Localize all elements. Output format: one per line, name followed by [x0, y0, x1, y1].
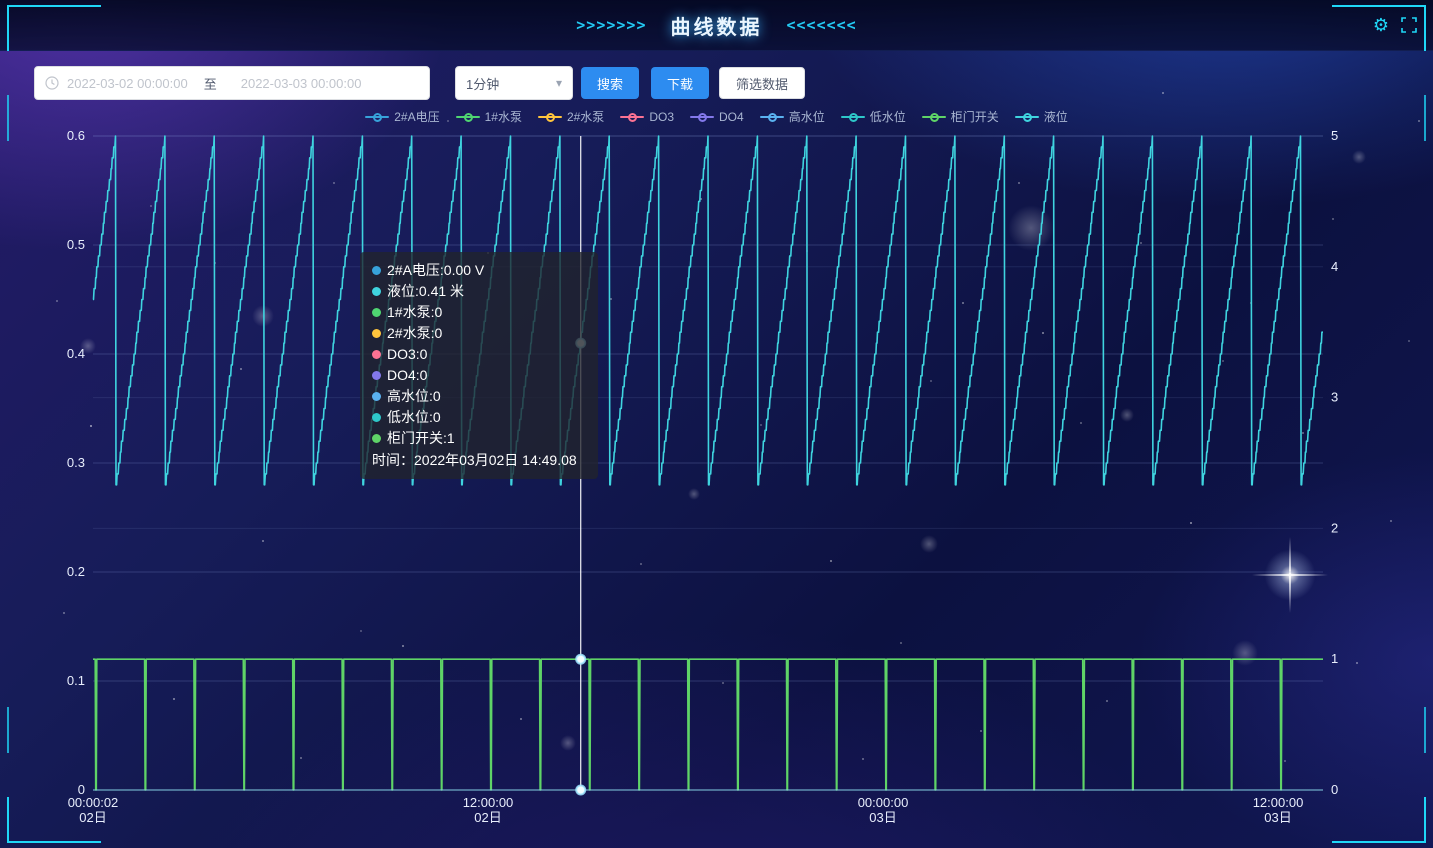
- y-left-tick-label: 0.2: [67, 564, 85, 579]
- y-right-tick-label: 0: [1331, 782, 1338, 797]
- frame-tick-decoration: [7, 95, 9, 141]
- x-tick-time-label: 12:00:00: [463, 795, 514, 810]
- frame-tick-decoration: [1424, 707, 1426, 753]
- y-left-tick-label: 0.5: [67, 237, 85, 252]
- y-right-tick-label: 4: [1331, 259, 1338, 274]
- chart-canvas[interactable]: 00.10.20.30.40.50.601234500:00:0202日12:0…: [0, 0, 1433, 848]
- x-tick-time-label: 00:00:00: [858, 795, 909, 810]
- y-right-tick-label: 5: [1331, 128, 1338, 143]
- crosshair-point: [576, 786, 585, 795]
- y-left-tick-label: 0.4: [67, 346, 85, 361]
- crosshair-point: [576, 339, 585, 348]
- y-right-tick-label: 1: [1331, 651, 1338, 666]
- x-tick-date-label: 03日: [869, 810, 896, 825]
- series-line-液位: [93, 136, 1323, 485]
- y-left-tick-label: 0.6: [67, 128, 85, 143]
- x-tick-time-label: 00:00:02: [68, 795, 119, 810]
- x-tick-date-label: 02日: [474, 810, 501, 825]
- y-left-tick-label: 0.1: [67, 673, 85, 688]
- x-tick-time-label: 12:00:00: [1253, 795, 1304, 810]
- crosshair-point: [576, 655, 585, 664]
- frame-tick-decoration: [1424, 95, 1426, 141]
- y-left-tick-label: 0.3: [67, 455, 85, 470]
- y-right-tick-label: 2: [1331, 520, 1338, 535]
- series-line-柜门开关: [93, 659, 1323, 790]
- x-tick-date-label: 02日: [79, 810, 106, 825]
- y-right-tick-label: 3: [1331, 390, 1338, 405]
- x-tick-date-label: 03日: [1264, 810, 1291, 825]
- frame-tick-decoration: [7, 707, 9, 753]
- app-window: >>>>>>> 曲线数据 <<<<<<< ⚙ 2022-03-02 00:00:…: [0, 0, 1433, 848]
